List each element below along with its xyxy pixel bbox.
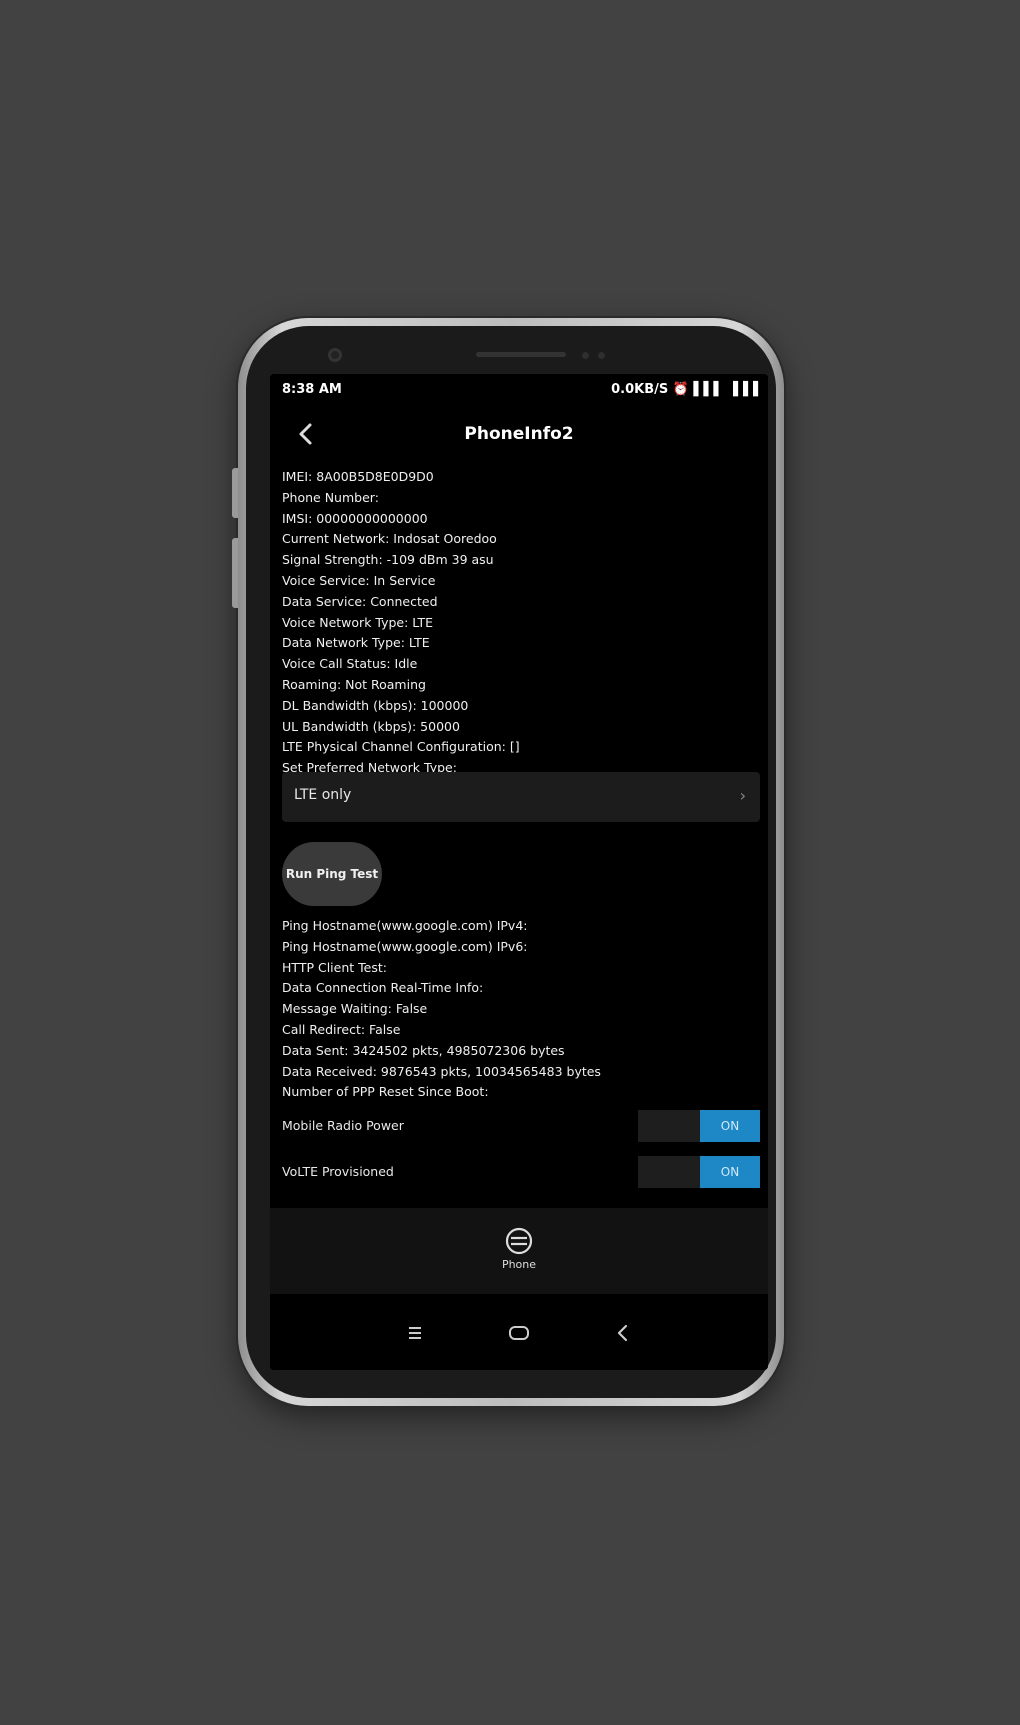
preferred-network-value: LTE only [294,787,352,803]
page-title: PhoneInfo2 [464,424,574,444]
toggle-on-segment: ON [700,1110,760,1142]
back-icon[interactable] [610,1320,636,1346]
toggle-label: VoLTE Provisioned [282,1164,394,1179]
status-time: 8:38 AM [282,382,342,397]
bottom-navigation: Phone [270,1208,768,1294]
info-line-voice-network-type: Voice Network Type: LTE [282,614,434,630]
info-line-data-connection-info: Data Connection Real-Time Info: [282,980,484,996]
phone-frame: 8:38 AM 0.0KB/S ⏰ ▌▌▌ ▐▐▐ PhoneInfo2 IME… [232,318,784,1406]
info-line-imsi: IMSI: 00000000000000 [282,510,428,526]
info-line-lte-channel-config: LTE Physical Channel Configuration: [] [282,739,520,755]
info-line-phone-number: Phone Number: [282,489,379,505]
info-line-signal-strength: Signal Strength: -109 dBm 39 asu [282,552,494,568]
phone-screen: 8:38 AM 0.0KB/S ⏰ ▌▌▌ ▐▐▐ PhoneInfo2 IME… [270,374,768,1370]
volume-up-button [232,468,238,518]
toggle-row-mobile-radio-power: Mobile Radio Power ON [282,1110,760,1142]
info-line-data-network-type: Data Network Type: LTE [282,635,430,651]
mobile-radio-power-toggle[interactable]: ON [638,1110,760,1142]
phone-info-list: IMEI: 8A00B5D8E0D9D0 Phone Number: IMSI:… [282,467,752,779]
info-line-current-network: Current Network: Indosat Ooredoo [282,531,497,547]
toggle-on-segment: ON [700,1156,760,1188]
status-indicators: 0.0KB/S ⏰ ▌▌▌ ▐▐▐ [611,382,758,397]
connection-info-list: Ping Hostname(www.google.com) IPv4: Ping… [282,916,752,1103]
app-bar: PhoneInfo2 [270,414,768,454]
info-line-data-service: Data Service: Connected [282,593,438,609]
info-line-data-received: Data Received: 9876543 pkts, 10034565483… [282,1063,601,1079]
volume-down-button [232,538,238,608]
volte-provisioned-toggle[interactable]: ON [638,1156,760,1188]
toggle-row-volte-provisioned: VoLTE Provisioned ON [282,1156,760,1188]
front-camera [328,348,342,362]
info-line-voice-service: Voice Service: In Service [282,572,436,588]
home-icon[interactable] [506,1320,532,1346]
toggle-label: Mobile Radio Power [282,1118,404,1133]
status-bar: 8:38 AM 0.0KB/S ⏰ ▌▌▌ ▐▐▐ [270,374,768,404]
phone-bezel: 8:38 AM 0.0KB/S ⏰ ▌▌▌ ▐▐▐ PhoneInfo2 IME… [246,326,776,1398]
info-line-dl-bandwidth: DL Bandwidth (kbps): 100000 [282,697,469,713]
info-line-ping-ipv6: Ping Hostname(www.google.com) IPv6: [282,938,528,954]
info-line-message-waiting: Message Waiting: False [282,1001,428,1017]
info-line-data-sent: Data Sent: 3424502 pkts, 4985072306 byte… [282,1042,565,1058]
info-line-call-redirect: Call Redirect: False [282,1021,401,1037]
info-line-ping-ipv4: Ping Hostname(www.google.com) IPv4: [282,918,528,933]
info-line-ppp-reset: Number of PPP Reset Since Boot: [282,1084,489,1100]
info-line-http-client-test: HTTP Client Test: [282,959,387,975]
run-ping-test-button[interactable]: Run Ping Test [282,842,382,906]
info-line-roaming: Roaming: Not Roaming [282,676,426,692]
earpiece-speaker [476,352,566,357]
system-navigation-bar [270,1296,768,1370]
toggle-off-segment [638,1110,700,1142]
phone-info-icon [505,1227,533,1255]
proximity-sensor [582,352,589,359]
chevron-right-icon: › [739,786,746,805]
info-line-imei: IMEI: 8A00B5D8E0D9D0 [282,469,434,484]
preferred-network-select[interactable]: LTE only › [282,772,760,822]
info-line-ul-bandwidth: UL Bandwidth (kbps): 50000 [282,718,460,734]
light-sensor [598,352,605,359]
nav-item-label: Phone [501,1258,537,1271]
toggle-off-segment [638,1156,700,1188]
nav-item-phone[interactable]: Phone [489,1226,549,1271]
info-line-voice-call-status: Voice Call Status: Idle [282,656,418,672]
recents-icon[interactable] [402,1320,428,1346]
